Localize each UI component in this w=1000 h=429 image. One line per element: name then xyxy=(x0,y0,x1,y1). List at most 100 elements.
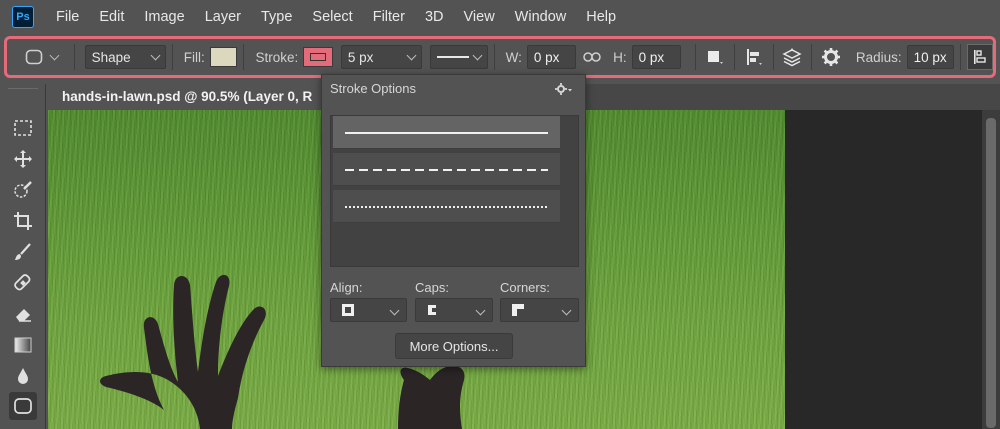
stroke-options-menu-button[interactable] xyxy=(555,82,573,98)
marquee-tool[interactable] xyxy=(9,114,37,142)
menu-help[interactable]: Help xyxy=(576,0,626,34)
move-tool[interactable] xyxy=(9,145,37,173)
blur-tool[interactable] xyxy=(9,362,37,390)
geometry-settings-button[interactable] xyxy=(818,44,844,70)
stroke-label: Stroke: xyxy=(255,49,299,65)
menu-window[interactable]: Window xyxy=(505,0,577,34)
gear-icon xyxy=(822,48,841,66)
menu-bar: Ps File Edit Image Layer Type Select Fil… xyxy=(0,0,1000,34)
stroke-style-dashed[interactable] xyxy=(333,153,560,186)
height-input[interactable]: 0 px xyxy=(631,45,682,69)
link-dimensions-button[interactable] xyxy=(579,44,605,70)
document-tab[interactable]: hands-in-lawn.psd @ 90.5% (Layer 0, R xyxy=(48,84,328,110)
chevron-down-icon xyxy=(406,50,417,60)
vertical-scrollbar[interactable] xyxy=(982,110,1000,429)
height-label: H: xyxy=(613,49,627,65)
more-options-button[interactable]: More Options... xyxy=(395,333,513,359)
miter-corner-icon xyxy=(512,304,524,316)
menu-layer[interactable]: Layer xyxy=(195,0,251,34)
separator xyxy=(493,44,495,70)
droplet-icon xyxy=(18,368,28,384)
bandage-icon xyxy=(14,274,31,291)
align-edges-button[interactable] xyxy=(967,44,993,70)
stroke-type-dropdown[interactable] xyxy=(430,45,488,69)
path-operations-icon xyxy=(708,51,723,64)
width-input[interactable]: 0 px xyxy=(526,45,577,69)
options-bar: Shape Fill: Stroke: 5 px W: 0 px H: 0 px xyxy=(4,36,996,78)
gradient-icon xyxy=(14,337,32,353)
eraser-icon xyxy=(16,309,31,322)
panel-grip[interactable] xyxy=(8,88,38,91)
menu-select[interactable]: Select xyxy=(302,0,362,34)
separator xyxy=(171,44,173,70)
link-icon xyxy=(583,52,601,62)
tools-panel xyxy=(0,84,46,429)
align-edges-icon xyxy=(974,50,986,64)
chevron-down-icon[interactable] xyxy=(49,50,60,60)
menu-3d[interactable]: 3D xyxy=(415,0,454,34)
rounded-rectangle-icon xyxy=(25,49,43,65)
healing-brush-tool[interactable] xyxy=(9,269,37,297)
corners-dropdown[interactable] xyxy=(500,298,579,322)
crop-tool[interactable] xyxy=(9,207,37,235)
quick-selection-tool[interactable] xyxy=(9,176,37,204)
path-operations-button[interactable] xyxy=(702,44,728,70)
menu-image[interactable]: Image xyxy=(134,0,194,34)
stroke-width-field[interactable]: 5 px xyxy=(340,45,423,69)
chevron-down-icon xyxy=(475,305,486,316)
align-label: Align: xyxy=(330,280,363,295)
separator xyxy=(243,44,245,70)
chevron-down-icon xyxy=(472,50,483,60)
solid-line-icon xyxy=(345,132,548,134)
separator xyxy=(811,44,813,70)
tool-preset-picker[interactable] xyxy=(21,44,47,70)
brush-tool[interactable] xyxy=(9,238,37,266)
mode-value: Shape xyxy=(91,49,131,65)
mode-dropdown[interactable]: Shape xyxy=(84,45,166,69)
photoshop-logo: Ps xyxy=(12,6,34,28)
stroke-style-solid[interactable] xyxy=(333,116,560,149)
radius-input[interactable]: 10 px xyxy=(906,45,955,69)
chevron-down-icon xyxy=(561,305,572,316)
crop-icon xyxy=(14,212,32,230)
pasteboard xyxy=(785,110,982,429)
fill-swatch[interactable] xyxy=(209,47,238,67)
menu-file[interactable]: File xyxy=(46,0,89,34)
separator xyxy=(960,44,962,70)
align-left-icon xyxy=(746,49,762,65)
menu-filter[interactable]: Filter xyxy=(363,0,415,34)
menu-view[interactable]: View xyxy=(454,0,505,34)
rectangular-marquee-icon xyxy=(14,120,32,136)
gear-icon xyxy=(555,83,572,95)
caps-dropdown[interactable] xyxy=(415,298,493,322)
solid-line-icon xyxy=(437,56,470,58)
menu-edit[interactable]: Edit xyxy=(89,0,134,34)
rounded-rectangle-tool[interactable] xyxy=(9,392,37,420)
stroke-options-panel: Stroke Options Align: Caps: Corners: Mor… xyxy=(321,74,586,367)
separator xyxy=(695,44,697,70)
dotted-line-icon xyxy=(345,206,548,208)
path-arrangement-button[interactable] xyxy=(780,44,806,70)
brush-icon xyxy=(15,243,31,260)
caps-label: Caps: xyxy=(415,280,449,295)
quick-selection-icon xyxy=(14,181,32,198)
separator xyxy=(772,44,774,70)
butt-cap-icon xyxy=(428,305,441,315)
eraser-tool[interactable] xyxy=(9,300,37,328)
scrollbar-thumb[interactable] xyxy=(986,118,996,428)
align-dropdown[interactable] xyxy=(330,298,407,322)
stroke-swatch[interactable] xyxy=(303,47,333,67)
arrange-layers-icon xyxy=(782,48,803,67)
menu-type[interactable]: Type xyxy=(251,0,302,34)
radius-label: Radius: xyxy=(855,49,902,65)
stroke-options-title: Stroke Options xyxy=(330,81,416,96)
corners-label: Corners: xyxy=(500,280,550,295)
stroke-style-dotted[interactable] xyxy=(333,190,560,223)
move-icon xyxy=(14,150,32,168)
rounded-rectangle-icon xyxy=(14,398,32,414)
dashed-line-icon xyxy=(345,169,548,171)
separator xyxy=(73,44,75,70)
width-label: W: xyxy=(505,49,522,65)
gradient-tool[interactable] xyxy=(9,331,37,359)
path-alignment-button[interactable] xyxy=(741,44,767,70)
